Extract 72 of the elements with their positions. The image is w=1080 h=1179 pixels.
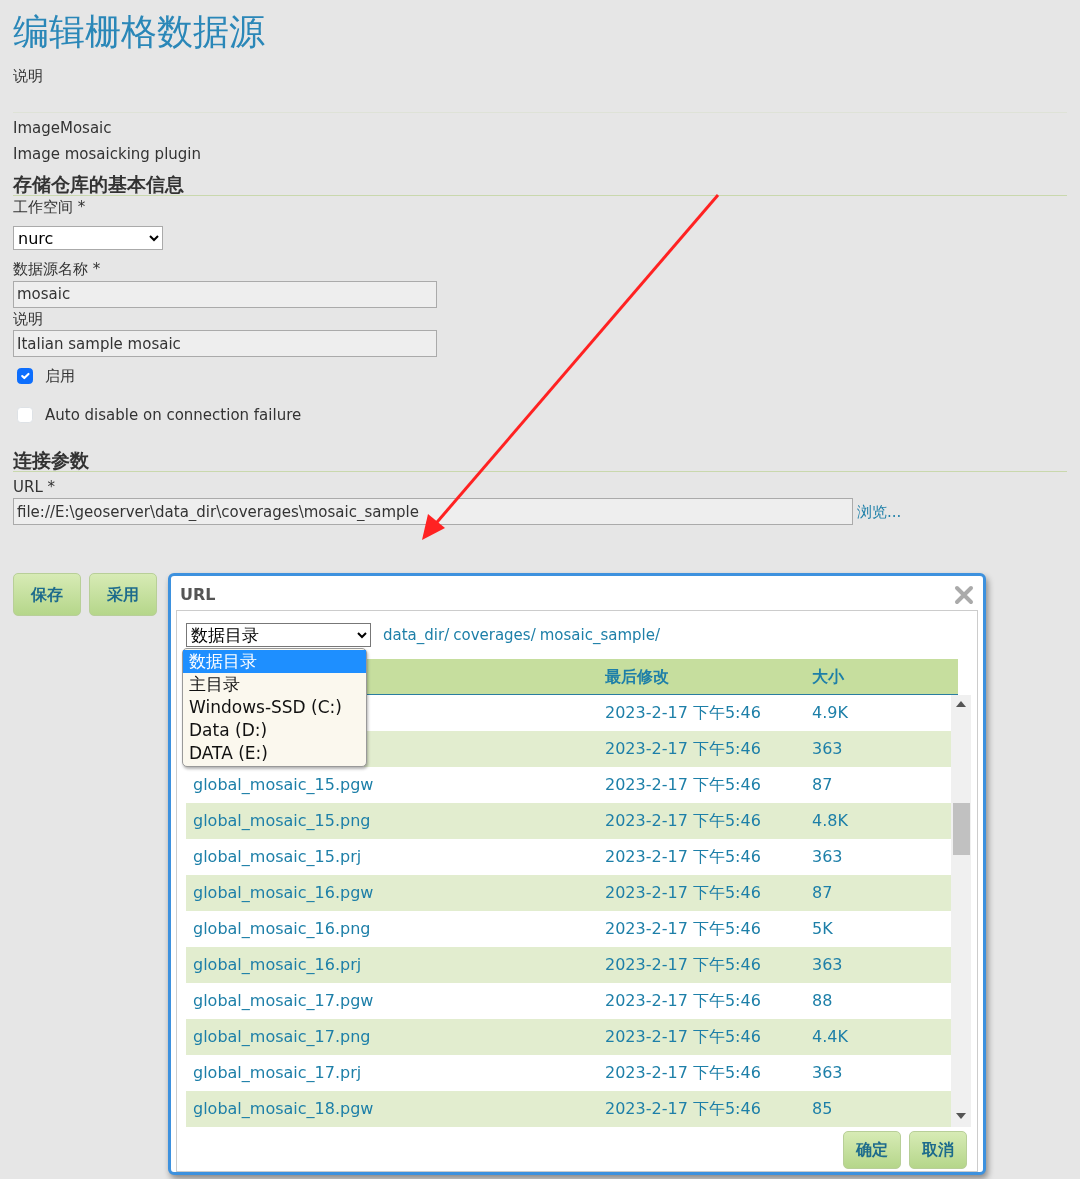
size-cell-text: 85 xyxy=(812,1098,834,1120)
file-name[interactable]: global_mosaic_15.prj xyxy=(186,845,605,869)
modified-cell-text: 2023-2-17 下午5:46 xyxy=(605,774,762,796)
page-title: 编辑栅格数据源 xyxy=(13,10,266,54)
description-label: 说明 xyxy=(13,66,43,88)
size-cell-text: 363 xyxy=(812,954,844,976)
dialog-button[interactable]: 取消 xyxy=(909,1131,967,1169)
size-cell-text: 87 xyxy=(812,882,834,904)
column-header: 最后修改 xyxy=(605,665,670,688)
name-field[interactable]: mosaic xyxy=(13,280,437,308)
column-header: 大小 xyxy=(812,665,845,688)
modified-cell-text: 2023-2-17 下午5:46 xyxy=(605,738,762,760)
store-description: Image mosaicking plugin xyxy=(13,144,201,166)
size-cell-text: 363 xyxy=(812,846,844,868)
page-button[interactable]: 保存 xyxy=(13,573,81,617)
size-cell-text: 5K xyxy=(812,918,834,940)
browse-link[interactable]: 浏览... xyxy=(857,500,902,524)
dropdown-option[interactable]: 主目录 xyxy=(183,673,366,696)
field-label: 说明 xyxy=(13,308,43,330)
file-name[interactable]: global_mosaic_16.prj xyxy=(186,953,605,977)
file-name[interactable]: global_mosaic_15.png xyxy=(186,809,605,833)
file-name[interactable]: global_mosaic_16.pgw xyxy=(186,881,605,905)
size-cell-text: 4.4K xyxy=(812,1026,849,1048)
modified-cell-text: 2023-2-17 下午5:46 xyxy=(605,1098,762,1120)
field-label: 数据源名称 * xyxy=(13,259,101,281)
scroll-down-icon[interactable] xyxy=(956,1113,966,1119)
modified-cell-text: 2023-2-17 下午5:46 xyxy=(605,918,762,940)
store-type: ImageMosaic xyxy=(13,117,112,139)
modified-cell-text: 2023-2-17 下午5:46 xyxy=(605,846,762,868)
field-label: URL * xyxy=(13,476,56,498)
workspace-select[interactable]: nurc xyxy=(13,226,163,251)
size-cell-text: 88 xyxy=(812,990,834,1012)
breadcrumb-link[interactable]: coverages/ xyxy=(453,623,536,647)
dropdown-option[interactable]: Data (D:) xyxy=(183,719,366,742)
section-heading: 存储仓库的基本信息 xyxy=(13,173,1067,196)
modified-cell-text: 2023-2-17 下午5:46 xyxy=(605,1062,762,1084)
modified-cell-text: 2023-2-17 下午5:46 xyxy=(605,810,762,832)
breadcrumb-link[interactable]: data_dir/ xyxy=(383,623,450,647)
checkbox[interactable] xyxy=(17,368,33,385)
modified-cell-text: 2023-2-17 下午5:46 xyxy=(605,954,762,976)
file-name[interactable]: global_mosaic_15.pgw xyxy=(186,773,605,797)
dialog-title: URL xyxy=(180,584,216,606)
modified-cell-text: 2023-2-17 下午5:46 xyxy=(605,990,762,1012)
size-cell-text: 363 xyxy=(812,738,844,760)
file-name[interactable]: global_mosaic_17.prj xyxy=(186,1061,605,1085)
dropdown-option[interactable]: DATA (E:) xyxy=(183,742,366,765)
modified-cell-text: 2023-2-17 下午5:46 xyxy=(605,1026,762,1048)
file-name[interactable]: global_mosaic_17.pgw xyxy=(186,989,605,1013)
root-select[interactable]: 数据目录 xyxy=(186,623,371,647)
file-name[interactable]: global_mosaic_17.png xyxy=(186,1025,605,1049)
dropdown-option[interactable]: Windows-SSD (C:) xyxy=(183,696,366,719)
modified-cell-text: 2023-2-17 下午5:46 xyxy=(605,882,762,904)
checkbox-label: Auto disable on connection failure xyxy=(45,404,302,426)
description-field[interactable]: Italian sample mosaic xyxy=(13,330,437,358)
file-name[interactable]: global_mosaic_18.pgw xyxy=(186,1097,605,1121)
url-field[interactable]: file://E:\geoserver\data_dir\coverages\mosaic_sample xyxy=(13,498,853,526)
section-heading: 连接参数 xyxy=(13,450,1067,472)
field-label: 工作空间 * xyxy=(13,196,86,218)
size-cell-text: 4.9K xyxy=(812,702,849,724)
close-icon[interactable] xyxy=(954,585,974,605)
file-name[interactable]: global_mosaic_16.png xyxy=(186,917,605,941)
size-cell-text: 363 xyxy=(812,1062,844,1084)
dialog-button[interactable]: 确定 xyxy=(843,1131,901,1169)
modified-cell-text: 2023-2-17 下午5:46 xyxy=(605,702,762,724)
dropdown-option[interactable]: 数据目录 xyxy=(183,650,366,673)
scroll-thumb[interactable] xyxy=(953,803,970,855)
page-button[interactable]: 采用 xyxy=(89,573,157,617)
checkbox-label: 启用 xyxy=(45,366,75,388)
size-cell-text: 87 xyxy=(812,774,834,796)
size-cell-text: 4.8K xyxy=(812,810,849,832)
breadcrumb-link[interactable]: mosaic_sample/ xyxy=(539,623,661,647)
scroll-up-icon[interactable] xyxy=(956,701,966,707)
